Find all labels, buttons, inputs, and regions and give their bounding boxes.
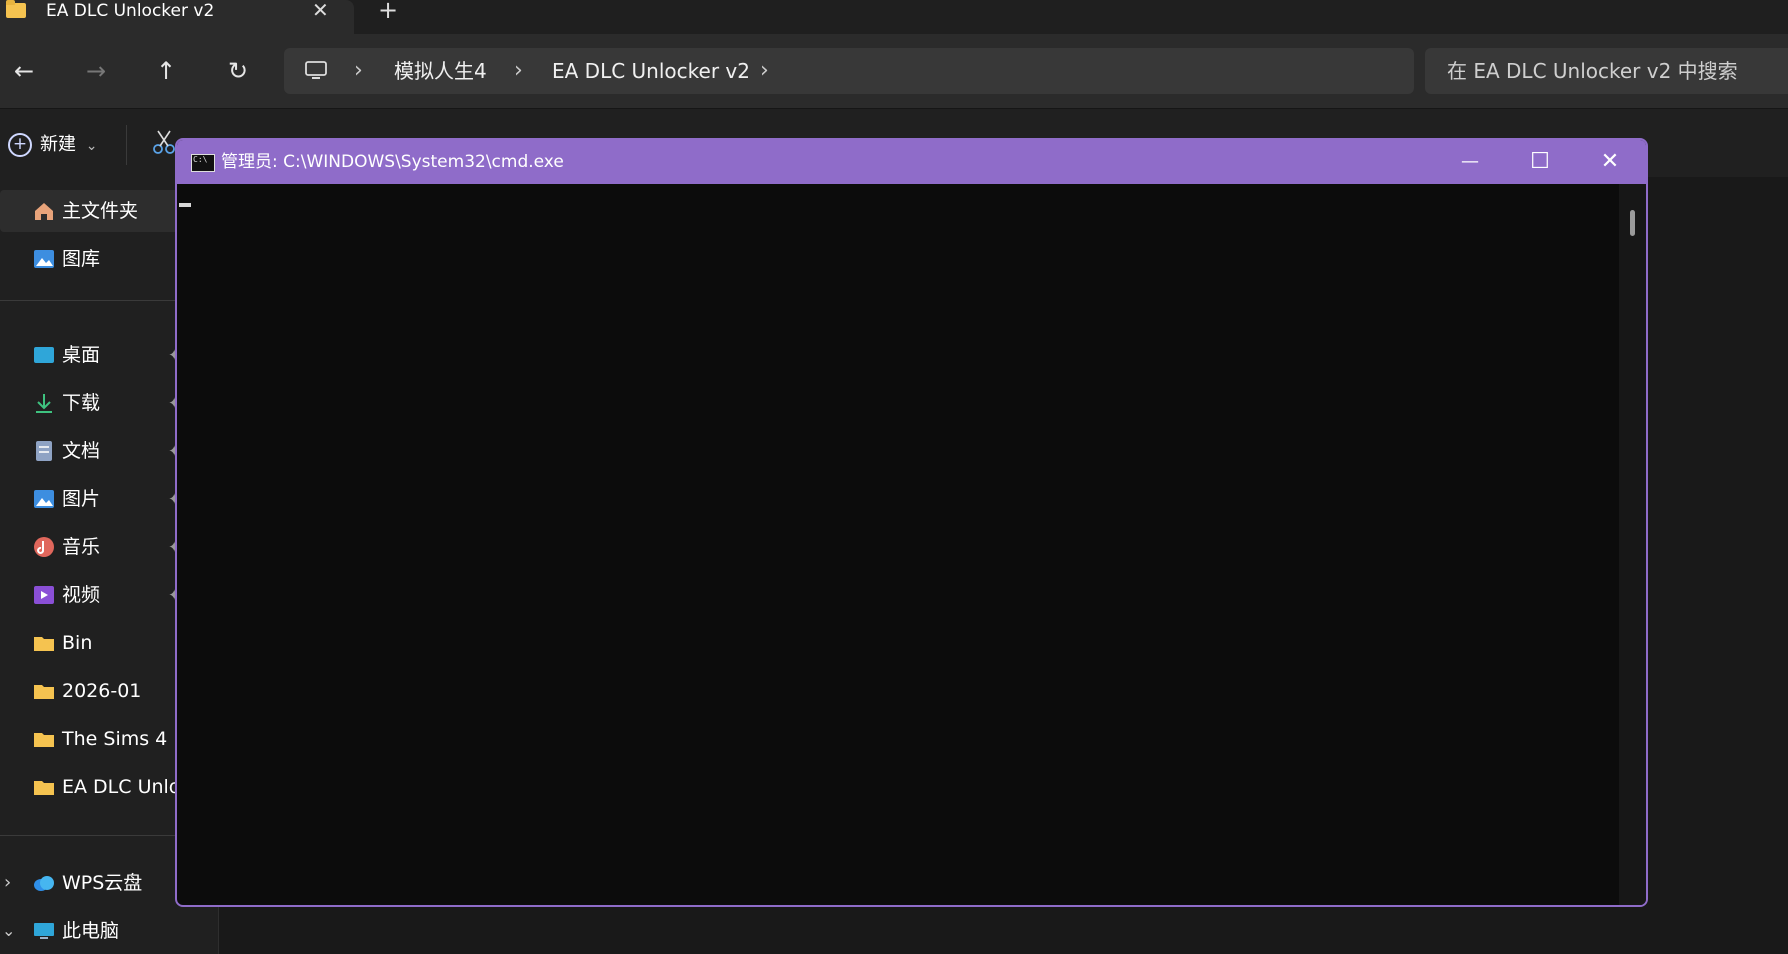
chevron-right-icon[interactable]: ›	[354, 48, 363, 94]
sidebar-item-label: 视频	[62, 584, 101, 606]
folder-icon	[34, 685, 54, 699]
cmd-window-title: 管理员: C:\WINDOWS\System32\cmd.exe	[221, 152, 564, 172]
back-button[interactable]: ←	[4, 51, 44, 91]
breadcrumb-ea-dlc-unlocker[interactable]: EA DLC Unlocker v2	[552, 48, 750, 94]
up-button[interactable]: ↑	[146, 51, 186, 91]
desktop-icon	[34, 347, 54, 363]
sidebar-item-label: 文档	[62, 440, 101, 462]
chevron-down-icon[interactable]: ⌄	[2, 910, 15, 952]
tab-bar: EA DLC Unlocker v2 ✕ +	[0, 0, 1788, 34]
sidebar-item-label: 主文件夹	[62, 200, 139, 222]
sidebar-item-this-pc[interactable]: ⌄ 此电脑	[0, 910, 218, 952]
new-button[interactable]: + 新建 ⌄	[8, 131, 97, 159]
new-button-label: 新建	[40, 134, 76, 155]
terminal-icon	[191, 154, 215, 172]
add-icon: +	[8, 133, 32, 157]
scrollbar-track[interactable]	[1619, 184, 1646, 905]
close-tab-icon[interactable]: ✕	[312, 0, 329, 20]
toolbar-divider	[126, 125, 127, 165]
chevron-right-icon[interactable]: ›	[760, 48, 769, 94]
home-icon	[35, 203, 53, 220]
text-cursor	[179, 203, 191, 207]
scrollbar-thumb[interactable]	[1630, 210, 1635, 236]
address-bar[interactable]: › 模拟人生4 › EA DLC Unlocker v2 ›	[284, 48, 1414, 94]
folder-icon	[34, 733, 54, 747]
search-input[interactable]: 在 EA DLC Unlocker v2 中搜索	[1447, 48, 1738, 94]
computer-icon	[34, 923, 54, 939]
refresh-button[interactable]: ↻	[218, 51, 258, 91]
chevron-right-icon[interactable]: ›	[514, 48, 523, 94]
sidebar-item-label: 音乐	[62, 536, 101, 558]
sidebar-item-label: WPS云盘	[62, 872, 143, 894]
sidebar-item-label: 图库	[62, 248, 101, 270]
sidebar-item-label: The Sims 4	[62, 728, 168, 750]
maximize-button[interactable]: ☐	[1505, 140, 1575, 184]
computer-icon	[305, 61, 327, 79]
chevron-down-icon: ⌄	[85, 138, 98, 154]
chevron-right-icon[interactable]: ›	[4, 862, 11, 904]
gallery-icon	[34, 250, 54, 268]
forward-button[interactable]: →	[76, 51, 116, 91]
sidebar-item-label: 图片	[62, 488, 101, 510]
sidebar-item-label: 2026-01	[62, 680, 142, 702]
sidebar-item-label: 此电脑	[62, 920, 120, 942]
sidebar-item-label: 桌面	[62, 344, 101, 366]
sidebar-item-label: 下载	[62, 392, 101, 414]
folder-icon	[6, 0, 26, 18]
minimize-button[interactable]: —	[1435, 140, 1505, 184]
close-button[interactable]: ✕	[1575, 140, 1645, 184]
pictures-icon	[34, 490, 54, 508]
document-icon	[36, 441, 52, 461]
cmd-title-bar[interactable]: 管理员: C:\WINDOWS\System32\cmd.exe — ☐ ✕	[177, 140, 1646, 184]
new-tab-button[interactable]: +	[378, 0, 398, 22]
download-icon	[36, 394, 52, 413]
breadcrumb-sims4[interactable]: 模拟人生4	[394, 48, 487, 94]
search-box[interactable]: 在 EA DLC Unlocker v2 中搜索	[1425, 48, 1788, 94]
folder-icon	[34, 637, 54, 651]
video-icon	[34, 586, 54, 604]
folder-icon	[34, 781, 54, 795]
sidebar-item-label: Bin	[62, 632, 93, 654]
cut-icon[interactable]	[152, 129, 176, 155]
cmd-window[interactable]: 管理员: C:\WINDOWS\System32\cmd.exe — ☐ ✕	[175, 138, 1648, 907]
tab-ea-dlc-unlocker[interactable]: EA DLC Unlocker v2 ✕	[0, 0, 354, 34]
navigation-bar: ← → ↑ ↻ › 模拟人生4 › EA DLC Unlocker v2 › 在…	[0, 34, 1788, 108]
music-icon	[34, 537, 54, 557]
cloud-icon	[34, 876, 54, 891]
tab-title: EA DLC Unlocker v2	[46, 1, 215, 21]
